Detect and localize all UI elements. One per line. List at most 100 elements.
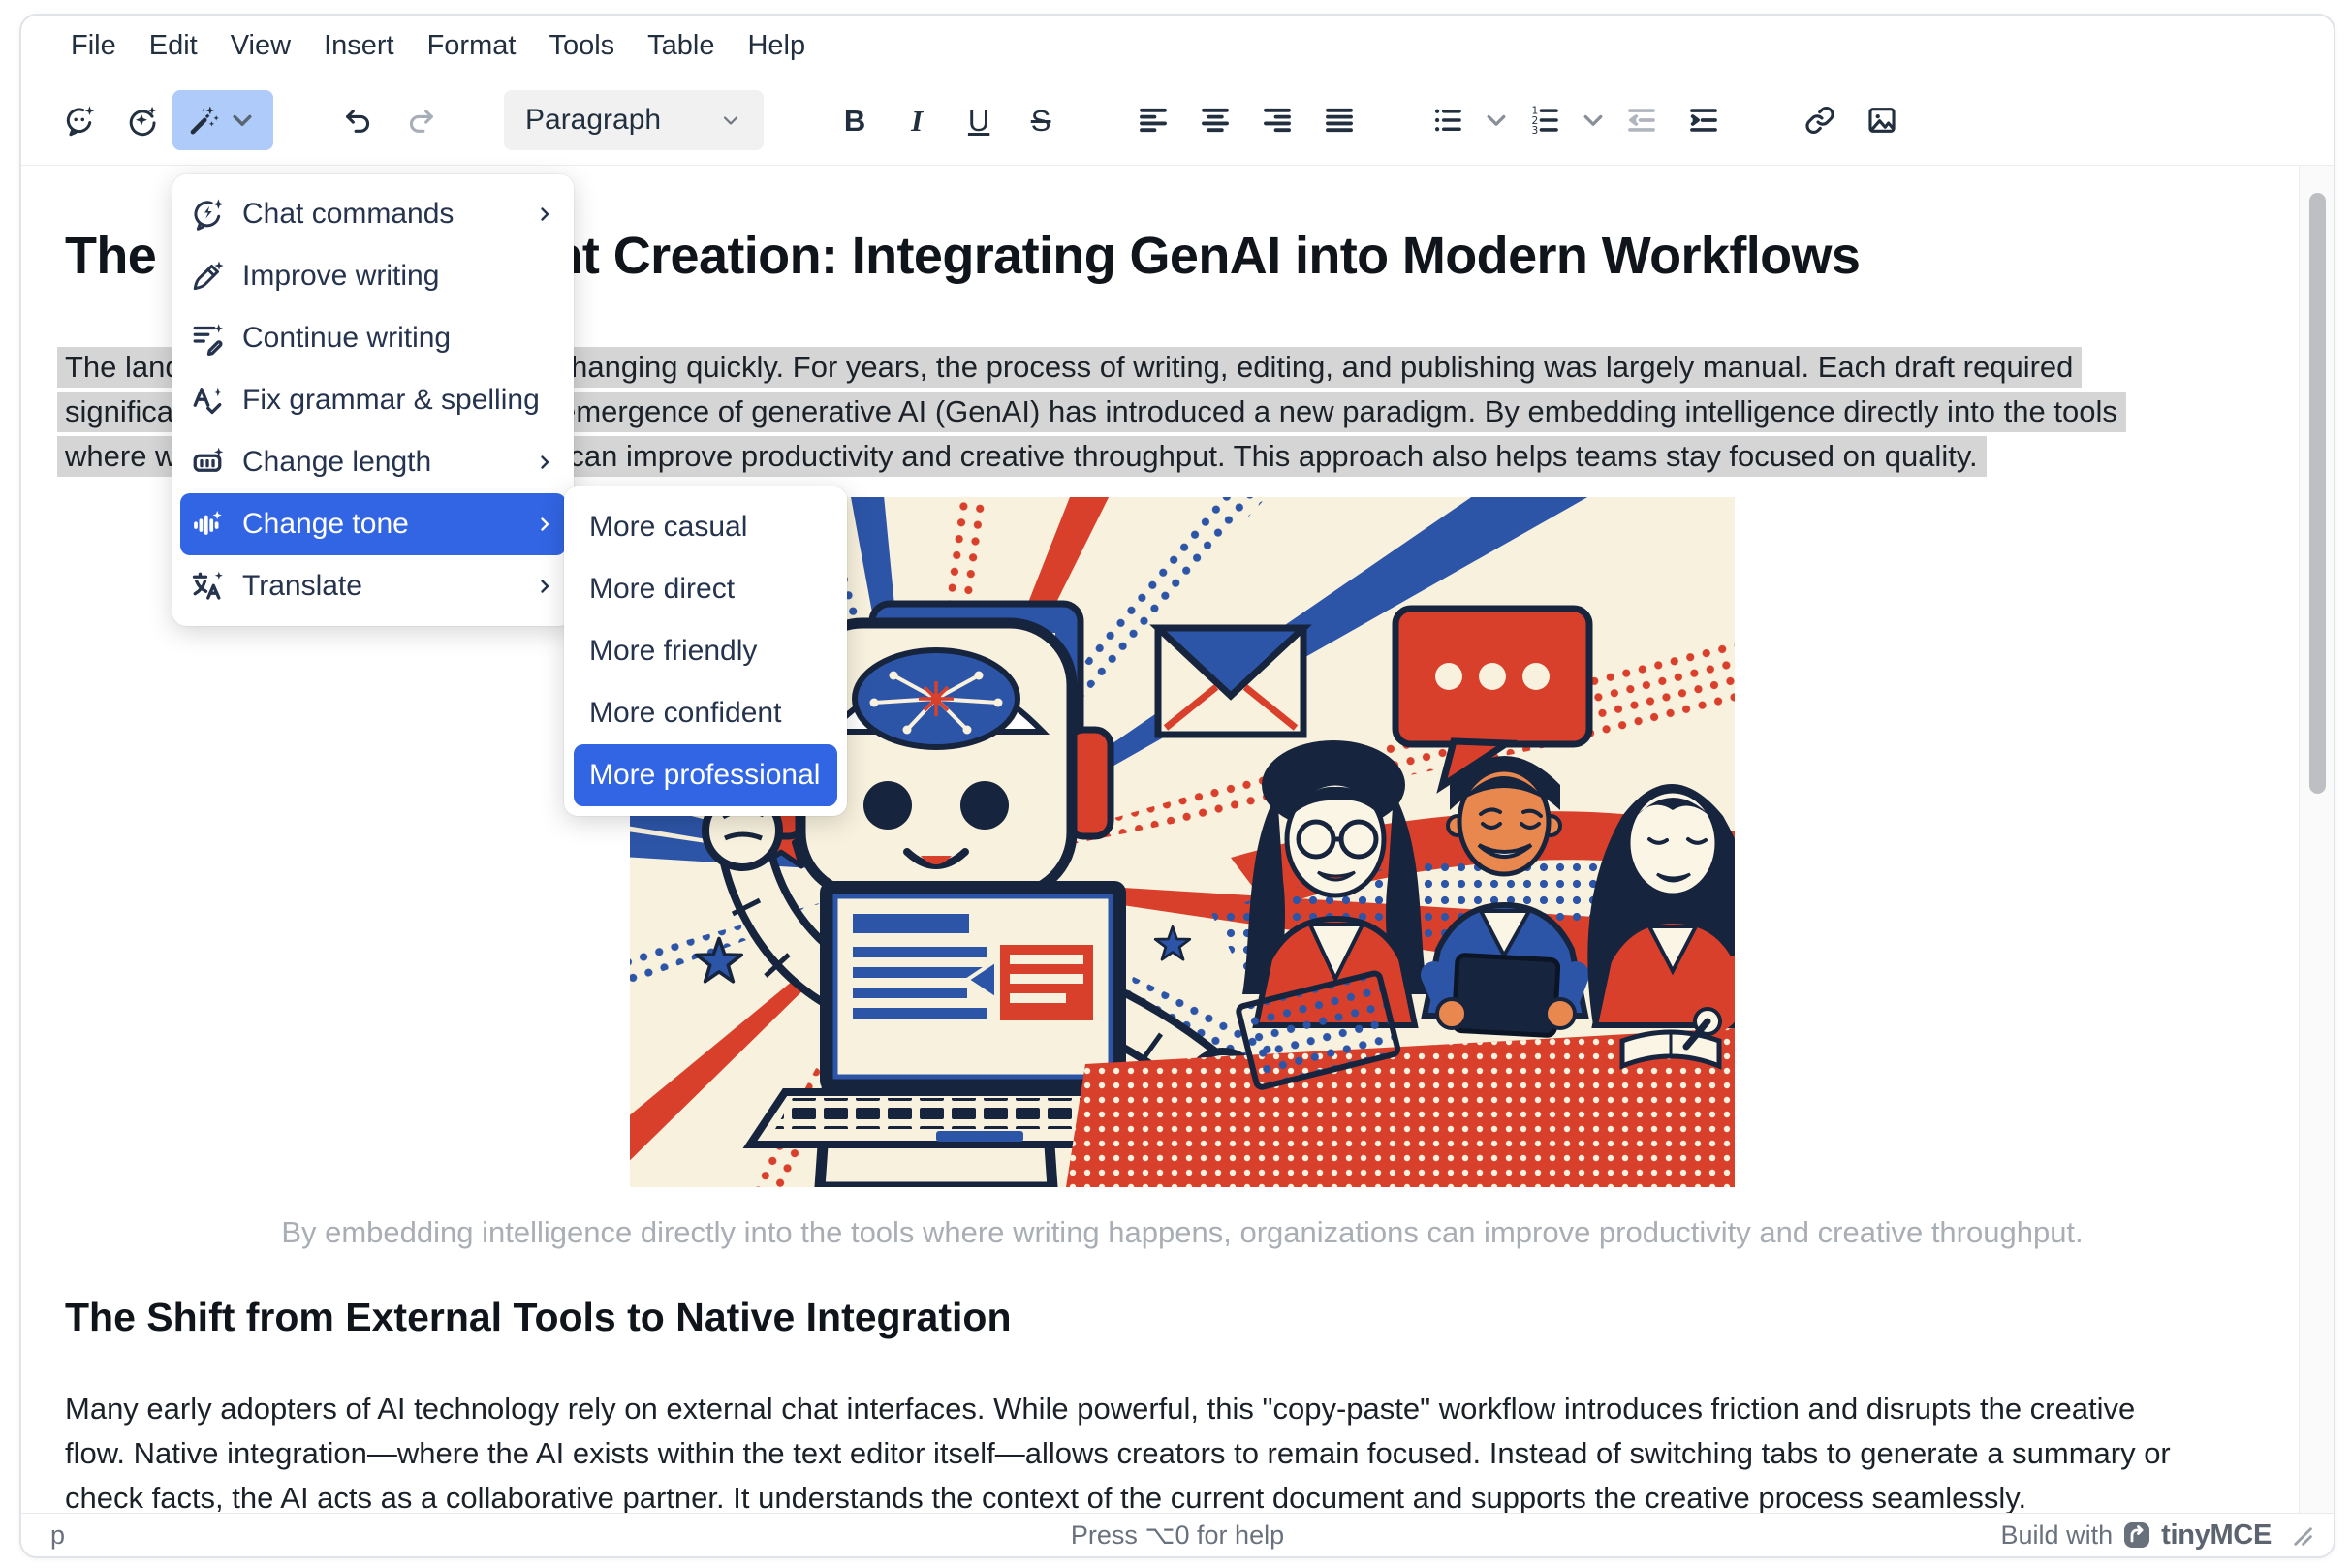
numbered-list-menu-button[interactable]: [1576, 90, 1611, 150]
redo-icon: [404, 104, 437, 137]
resize-grip-icon[interactable]: [2291, 1524, 2312, 1546]
ai-wand-button[interactable]: [172, 90, 273, 150]
numbered-list-icon: 123: [1528, 104, 1561, 137]
format-select[interactable]: Paragraph: [504, 90, 764, 150]
align-left-icon: [1137, 104, 1170, 137]
submenu-item-more-casual[interactable]: More casual: [564, 496, 847, 558]
branding-name[interactable]: tinyMCE: [2161, 1520, 2272, 1552]
italic-button[interactable]: I: [886, 90, 948, 150]
submenu-item-more-confident[interactable]: More confident: [564, 682, 847, 744]
align-left-button[interactable]: [1122, 90, 1184, 150]
branding-prefix: Build with: [2001, 1521, 2114, 1551]
menu-item-chat-commands[interactable]: Chat commands: [172, 183, 574, 245]
chevron-down-icon: [719, 109, 742, 132]
chat-commands-icon: [190, 197, 225, 232]
indent-icon: [1687, 104, 1720, 137]
underline-button[interactable]: U: [948, 90, 1010, 150]
strikethrough-button[interactable]: S: [1010, 90, 1072, 150]
image-button[interactable]: [1851, 90, 1913, 150]
section-heading: The Shift from External Tools to Native …: [65, 1295, 2300, 1340]
menu-bar: File Edit View Insert Format Tools Table…: [21, 16, 2334, 76]
ai-shortcuts-icon: [125, 104, 158, 137]
menu-file[interactable]: File: [54, 24, 133, 68]
menu-item-label: Fix grammar & spelling: [242, 384, 556, 417]
undo-icon: [342, 104, 375, 137]
bold-icon: B: [844, 106, 865, 136]
svg-text:3: 3: [1532, 124, 1539, 137]
body-paragraph-line: check facts, the AI acts as a collaborat…: [65, 1476, 2300, 1514]
change-tone-icon: [190, 507, 225, 542]
underline-icon: U: [968, 106, 989, 136]
outdent-button[interactable]: [1611, 90, 1673, 150]
bullet-list-menu-button[interactable]: [1479, 90, 1514, 150]
body-paragraph-line: Many early adopters of AI technology rel…: [65, 1387, 2300, 1431]
align-right-button[interactable]: [1246, 90, 1308, 150]
menu-item-label: Continue writing: [242, 322, 556, 355]
menu-item-improve-writing[interactable]: Improve writing: [172, 245, 574, 307]
ai-chat-button[interactable]: [48, 90, 110, 150]
redo-button[interactable]: [390, 90, 452, 150]
submenu-item-more-friendly[interactable]: More friendly: [564, 620, 847, 682]
bullet-list-button[interactable]: [1417, 90, 1479, 150]
chevron-right-icon: [533, 203, 556, 226]
envelope: [1158, 628, 1303, 735]
body-paragraph-line: flow. Native integration—where the AI ex…: [65, 1431, 2300, 1476]
ai-shortcuts-button[interactable]: [110, 90, 172, 150]
menu-insert[interactable]: Insert: [307, 24, 411, 68]
menu-help[interactable]: Help: [731, 24, 822, 68]
ai-wand-icon: [187, 104, 220, 137]
format-select-value: Paragraph: [525, 104, 661, 137]
align-right-icon: [1261, 104, 1294, 137]
tone-submenu: More casual More direct More friendly Mo…: [564, 486, 847, 816]
align-center-icon: [1199, 104, 1232, 137]
chevron-right-icon: [533, 513, 556, 536]
undo-button[interactable]: [328, 90, 390, 150]
menu-item-label: Chat commands: [242, 198, 516, 231]
menu-item-continue-writing[interactable]: Continue writing: [172, 307, 574, 369]
align-justify-icon: [1323, 104, 1356, 137]
bullet-list-icon: [1431, 104, 1464, 137]
submenu-item-more-direct[interactable]: More direct: [564, 558, 847, 620]
menu-item-label: Translate: [242, 570, 516, 603]
chevron-down-icon: [226, 104, 259, 137]
body-paragraph: Many early adopters of AI technology rel…: [65, 1387, 2300, 1514]
tinymce-logo-icon: [2122, 1521, 2151, 1550]
menu-item-change-tone[interactable]: Change tone: [180, 493, 566, 555]
menu-item-translate[interactable]: Translate: [172, 555, 574, 617]
status-bar: p Press ⌥0 for help Build with tinyMCE: [21, 1513, 2334, 1556]
link-icon: [1803, 104, 1836, 137]
menu-edit[interactable]: Edit: [133, 24, 214, 68]
improve-writing-icon: [190, 259, 225, 294]
toolbar: Paragraph B I U S: [21, 76, 2334, 166]
menu-tools[interactable]: Tools: [532, 24, 631, 68]
chevron-right-icon: [533, 451, 556, 474]
translate-icon: [190, 569, 225, 604]
change-length-icon: [190, 445, 225, 480]
menu-item-fix-grammar[interactable]: Fix grammar & spelling: [172, 369, 574, 431]
menu-table[interactable]: Table: [631, 24, 731, 68]
menu-item-change-length[interactable]: Change length: [172, 431, 574, 493]
menu-item-label: Improve writing: [242, 260, 556, 293]
image-icon: [1865, 104, 1898, 137]
menu-format[interactable]: Format: [411, 24, 533, 68]
align-center-button[interactable]: [1184, 90, 1246, 150]
scrollbar-thumb[interactable]: [2309, 193, 2326, 794]
menu-item-label: Change tone: [242, 508, 516, 541]
link-button[interactable]: [1789, 90, 1851, 150]
outdent-icon: [1625, 104, 1658, 137]
menu-view[interactable]: View: [214, 24, 307, 68]
menu-item-label: Change length: [242, 446, 516, 479]
image-caption: By embedding intelligence directly into …: [65, 1215, 2300, 1250]
fix-grammar-icon: [190, 383, 225, 418]
align-justify-button[interactable]: [1308, 90, 1370, 150]
bold-button[interactable]: B: [824, 90, 886, 150]
submenu-item-more-professional[interactable]: More professional: [574, 744, 837, 806]
italic-icon: I: [911, 106, 923, 136]
continue-writing-icon: [190, 321, 225, 356]
numbered-list-button[interactable]: 123: [1514, 90, 1576, 150]
ai-dropdown-menu: Chat commands Improve writing Continue w…: [172, 174, 574, 626]
indent-button[interactable]: [1673, 90, 1735, 150]
strikethrough-icon: S: [1031, 106, 1051, 136]
scrollbar-track[interactable]: [2299, 166, 2334, 1514]
chevron-right-icon: [533, 575, 556, 598]
